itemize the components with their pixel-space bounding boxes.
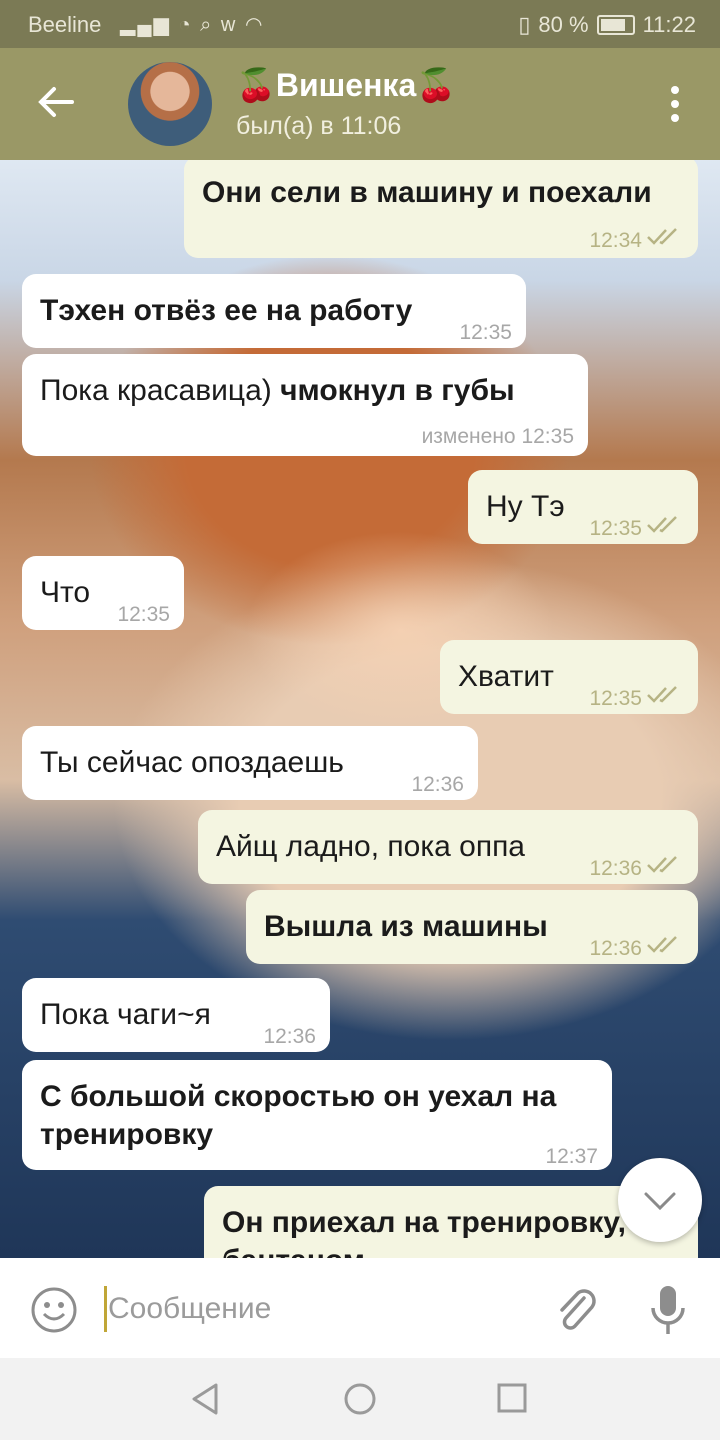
message-time: 12:36 <box>411 773 464 796</box>
double-check-icon <box>647 686 677 703</box>
message-text: Он приехал на тренировку, бантаном <box>222 1206 627 1258</box>
vibrate-icon: ▯ <box>518 12 531 37</box>
message-text: Пока красавица) чмокнул в губы <box>40 374 515 407</box>
kebab-menu-icon[interactable] <box>670 86 680 126</box>
battery-percent: 80 % <box>538 12 589 37</box>
carrier-name: Beeline <box>28 12 102 37</box>
message-text: Хватит <box>458 660 554 693</box>
status-bar: Beeline ▂▄▆ ◔ ⌕ w ◠ ▯ 80 % 11:22 <box>0 0 720 48</box>
text-cursor <box>104 1286 107 1332</box>
message-bubble-outgoing[interactable]: Айщ ладно, пока оппа 12:36 <box>198 810 698 884</box>
double-check-icon <box>647 516 677 533</box>
clock: 11:22 <box>642 12 696 37</box>
status-right: ▯ 80 % 11:22 <box>518 12 696 38</box>
battery-icon <box>596 15 635 35</box>
message-bubble-incoming[interactable]: Пока красавица) чмокнул в губы изменено … <box>22 354 588 456</box>
recent-apps-icon[interactable] <box>496 1382 528 1414</box>
avatar[interactable] <box>128 62 212 146</box>
message-text: Тэхен отвёз ее на работу <box>40 294 413 327</box>
w-notification-icon: w <box>220 14 238 36</box>
double-check-icon <box>647 936 677 953</box>
home-circle-icon[interactable] <box>343 1382 377 1416</box>
message-composer <box>0 1258 720 1358</box>
message-text: Айщ ладно, пока оппа <box>216 830 525 863</box>
paperclip-icon[interactable] <box>554 1286 598 1334</box>
scroll-down-button[interactable] <box>618 1158 702 1242</box>
message-time: 12:36 <box>263 1025 316 1048</box>
message-time: 12:35 <box>117 603 170 626</box>
message-bubble-outgoing[interactable]: Вышла из машины 12:36 <box>246 890 698 964</box>
message-text: Ну Тэ <box>486 490 565 523</box>
arrow-left-icon[interactable] <box>36 82 76 122</box>
message-text: С большой скоростью он уехал на трениров… <box>40 1080 557 1151</box>
smiley-icon[interactable] <box>30 1286 78 1334</box>
message-input[interactable] <box>108 1284 528 1334</box>
status-icons: ▂▄▆ ◔ ⌕ w ◠ <box>120 12 264 37</box>
message-time: изменено 12:35 <box>421 425 574 448</box>
double-check-icon <box>647 228 677 245</box>
message-bubble-incoming[interactable]: Что 12:35 <box>22 556 184 630</box>
message-bubble-incoming[interactable]: Пока чаги~я 12:36 <box>22 978 330 1052</box>
message-text: Вышла из машины <box>264 910 548 943</box>
message-time: 12:34 <box>589 229 642 252</box>
message-text: Что <box>40 576 91 609</box>
double-check-icon <box>647 856 677 873</box>
message-time: 12:35 <box>589 517 642 540</box>
message-time: 12:37 <box>545 1145 598 1168</box>
message-bubble-incoming[interactable]: Тэхен отвёз ее на работу 12:35 <box>22 274 526 348</box>
message-bubble-outgoing[interactable]: Хватит 12:35 <box>440 640 698 714</box>
search-notification-icon: ⌕ <box>200 14 214 36</box>
message-time: 12:36 <box>589 937 642 960</box>
chat-header: 🍒Вишенка🍒 был(а) в 11:06 <box>0 48 720 160</box>
message-bubble-incoming[interactable]: Ты сейчас опоздаешь 12:36 <box>22 726 478 800</box>
microphone-icon[interactable] <box>648 1284 688 1336</box>
message-text: Они сели в машину и поехали <box>202 176 652 209</box>
navigation-bar <box>0 1358 720 1440</box>
signal-icon: ▂▄▆ <box>120 14 171 36</box>
back-triangle-icon[interactable] <box>188 1382 222 1416</box>
message-time: 12:35 <box>589 687 642 710</box>
message-bubble-incoming[interactable]: С большой скоростью он уехал на трениров… <box>22 1060 612 1170</box>
message-bubble-outgoing[interactable]: Они сели в машину и поехали 12:34 <box>184 160 698 258</box>
rss-icon: ◠ <box>244 14 265 36</box>
message-list[interactable]: Они сели в машину и поехали 12:34 Тэхен … <box>0 160 720 1258</box>
chevron-down-icon <box>644 1192 676 1211</box>
message-bubble-outgoing[interactable]: Ну Тэ 12:35 <box>468 470 698 544</box>
message-text: Ты сейчас опоздаешь <box>40 746 344 779</box>
message-time: 12:36 <box>589 857 642 880</box>
contact-name[interactable]: 🍒Вишенка🍒 <box>236 66 456 104</box>
message-text: Пока чаги~я <box>40 998 211 1031</box>
wifi-icon: ◔ <box>178 14 193 36</box>
message-time: 12:35 <box>459 321 512 344</box>
last-seen-status: был(а) в 11:06 <box>236 112 402 140</box>
